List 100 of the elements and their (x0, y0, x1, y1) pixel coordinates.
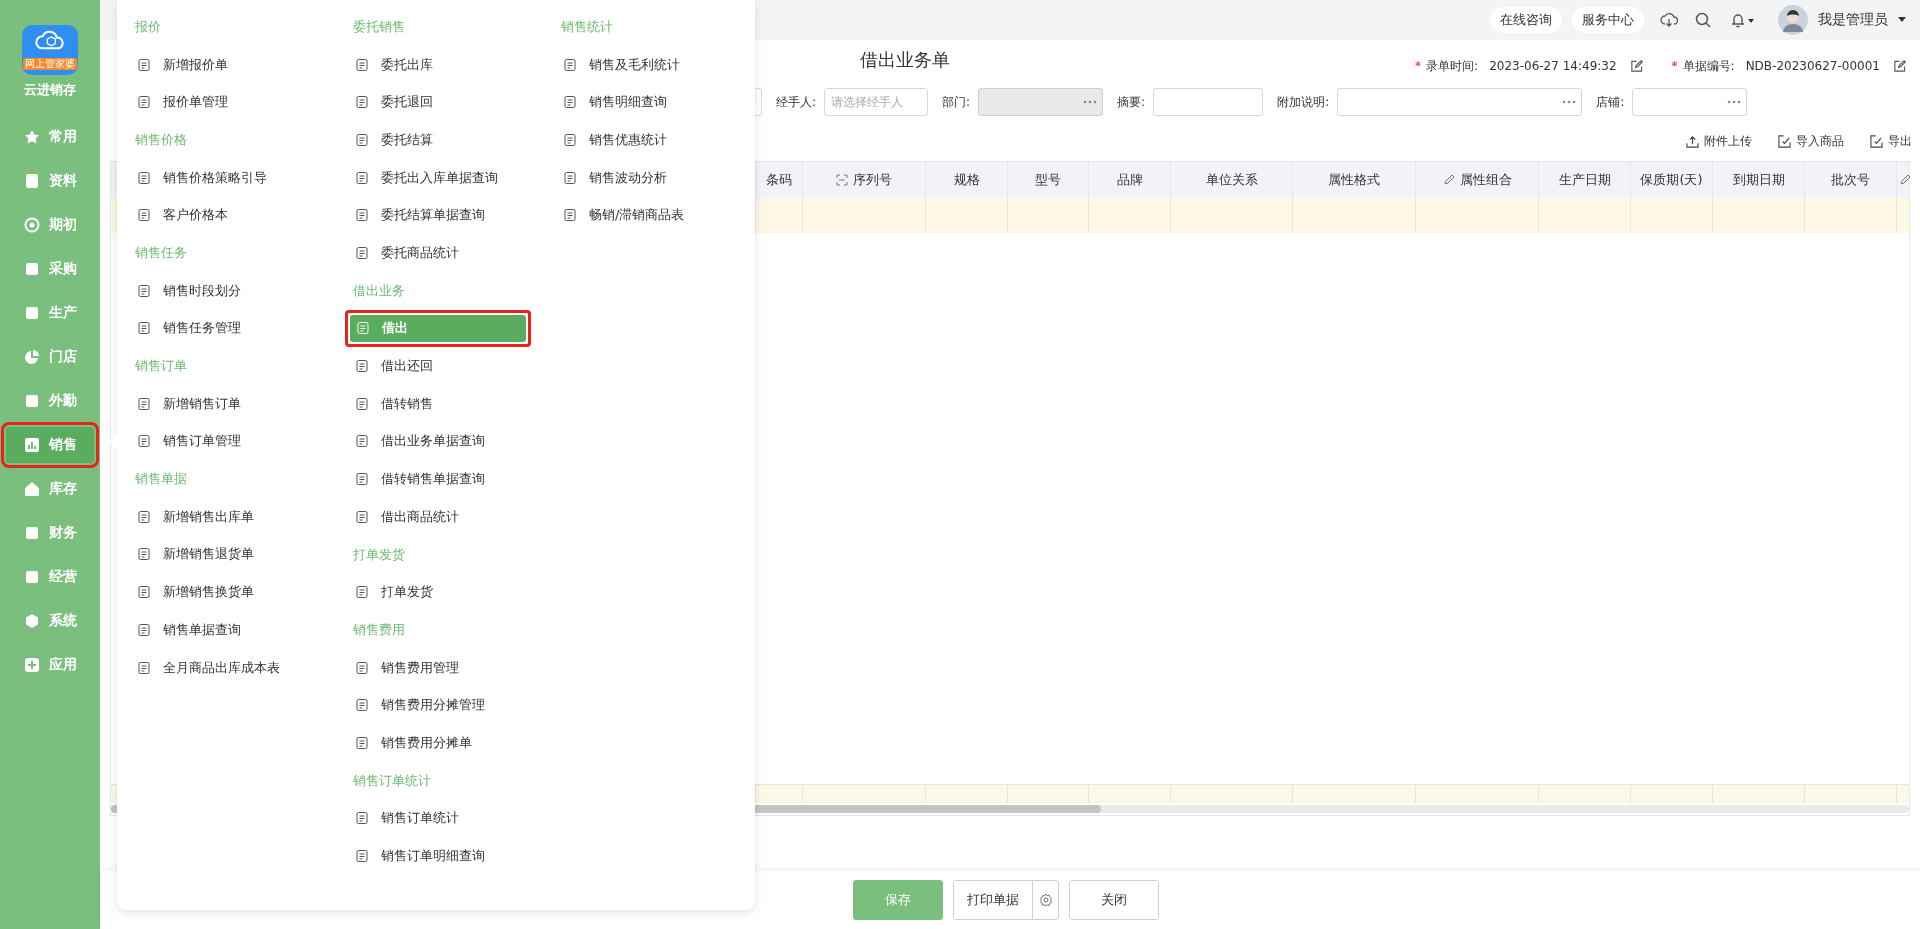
plus-icon (23, 657, 40, 673)
menu-item[interactable]: 销售费用分摊单 (345, 724, 531, 762)
menu-item[interactable]: 借出还回 (345, 347, 531, 385)
document-icon (355, 95, 369, 110)
menu-group-title: 销售单据 (134, 470, 188, 489)
menu-group-title: 委托销售 (352, 18, 406, 36)
edit-icon[interactable] (1629, 59, 1643, 73)
top-button[interactable]: 在线咨询 (1490, 7, 1562, 33)
menu-item[interactable]: 销售费用管理 (345, 648, 531, 687)
meta-label: 单据编号: (1682, 57, 1735, 75)
menu-item[interactable]: 新增销售换货单 (127, 573, 313, 611)
menu-item[interactable]: 客户价格本 (127, 196, 313, 235)
document-icon (563, 208, 577, 223)
menu-item[interactable]: 销售时段划分 (127, 271, 313, 310)
settings-button[interactable] (1033, 880, 1059, 920)
menu-item[interactable]: 新增报价单 (127, 45, 313, 84)
close-button[interactable]: 关闭 (1069, 880, 1159, 920)
menu-item[interactable]: 销售费用分摊管理 (345, 686, 531, 725)
caret-icon[interactable] (1898, 17, 1906, 23)
menu-item[interactable]: 新增销售退货单 (127, 535, 313, 574)
input-field[interactable]: 请选择经手人 (824, 88, 929, 116)
document-icon (137, 547, 151, 562)
scan-icon (836, 174, 848, 186)
document-icon (355, 132, 369, 147)
menu-item[interactable]: 委托商品统计 (345, 234, 531, 272)
document-icon (356, 321, 370, 336)
menu-item[interactable]: 委托出入库单据查询 (345, 158, 531, 197)
document-icon (137, 208, 151, 223)
more-icon (1083, 100, 1098, 104)
menu-item[interactable]: 借转销售单据查询 (345, 460, 531, 498)
menu-item[interactable]: 委托结算 (345, 121, 531, 159)
menu-group-title: 销售任务 (134, 244, 188, 263)
document-icon (355, 848, 369, 863)
menu-item[interactable]: 销售明细查询 (553, 83, 739, 122)
menu-item[interactable]: 委托结算单据查询 (345, 196, 531, 235)
menu-group-title: 销售费用 (352, 621, 406, 639)
user-name[interactable]: 我是管理员 (1818, 11, 1888, 29)
menu-item[interactable]: 销售任务管理 (127, 309, 313, 348)
document-icon (355, 698, 369, 713)
meta-value: 2023-06-27 14:49:32 (1489, 59, 1617, 73)
menu-item[interactable]: 新增销售出库单 (127, 497, 313, 536)
menu-item[interactable]: 销售波动分析 (553, 158, 739, 197)
field-label: 店铺: (1596, 93, 1625, 111)
menu-item[interactable]: 销售订单管理 (127, 422, 313, 461)
menu-group-title: 销售订单 (134, 357, 188, 376)
menu-item[interactable]: 销售价格策略引导 (127, 158, 313, 197)
document-icon (355, 585, 369, 600)
pie-icon (23, 349, 40, 365)
menu-item[interactable]: 新增销售订单 (127, 384, 313, 423)
document-icon (355, 660, 369, 675)
menu-item[interactable]: 销售优惠统计 (553, 121, 739, 159)
print-button[interactable]: 打印单据 (953, 880, 1033, 920)
document-icon (355, 396, 369, 411)
menu-item[interactable]: 销售订单统计 (345, 799, 531, 838)
menu-item[interactable]: 委托退回 (345, 83, 531, 122)
search-icon[interactable] (1694, 11, 1712, 29)
document-icon (355, 170, 369, 185)
edit-icon[interactable] (1893, 59, 1906, 73)
menu-item[interactable]: 借转销售 (345, 384, 531, 423)
avatar[interactable] (1778, 5, 1808, 35)
document-icon (137, 660, 151, 675)
top-button[interactable]: 服务中心 (1572, 7, 1644, 33)
input-field[interactable] (1153, 88, 1264, 116)
document-icon (137, 622, 151, 637)
menu-item[interactable]: 借出商品统计 (345, 497, 531, 536)
menu-item[interactable]: 借出业务单据查询 (345, 422, 531, 461)
input-field[interactable] (1337, 88, 1583, 116)
document-icon (563, 170, 577, 185)
input-field[interactable] (1632, 88, 1748, 116)
document-icon (137, 95, 151, 110)
menu-item[interactable]: 打单发货 (345, 573, 531, 611)
hex-icon (23, 613, 40, 629)
menu-group-title: 销售统计 (560, 18, 614, 36)
document-icon (137, 434, 151, 449)
toolbar-button[interactable]: 导入商品 (1778, 132, 1844, 150)
document-icon (137, 396, 151, 411)
menu-item[interactable]: 委托出库 (345, 45, 531, 84)
menu-item[interactable]: 销售订单明细查询 (345, 837, 531, 875)
menu-item[interactable]: 报价单管理 (127, 83, 313, 122)
required-mark: * (1671, 59, 1678, 73)
more-icon (1562, 100, 1577, 104)
app-name: 云进销存 (24, 81, 76, 99)
download-icon[interactable] (1660, 11, 1678, 29)
toolbar-button[interactable]: 导出 (1870, 132, 1912, 150)
meta-label: 录单时间: (1426, 57, 1479, 75)
document-icon (355, 811, 369, 826)
chart-icon (23, 437, 40, 453)
upload-icon (1686, 134, 1699, 148)
menu-item[interactable]: 畅销/滞销商品表 (553, 196, 739, 235)
menu-item[interactable]: 全月商品出库成本表 (127, 648, 313, 687)
checkbox-icon (1778, 134, 1791, 148)
menu-item[interactable]: 销售单据查询 (127, 611, 313, 649)
menu-item[interactable]: 销售及毛利统计 (553, 45, 739, 84)
document-icon (563, 57, 577, 72)
toolbar-button[interactable]: 附件上传 (1686, 132, 1752, 150)
ring-icon (23, 217, 40, 233)
document-icon (355, 735, 369, 750)
pencil-icon (1899, 174, 1910, 186)
field-label: 摘要: (1117, 93, 1146, 111)
document-icon (137, 321, 151, 336)
